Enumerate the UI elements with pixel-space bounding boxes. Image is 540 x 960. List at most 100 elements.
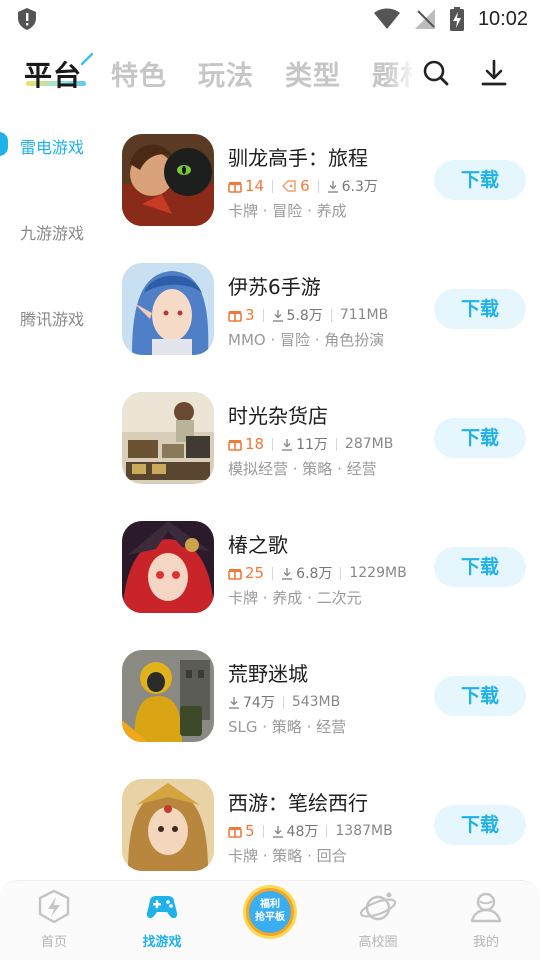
game-name: 荒野迷城: [228, 662, 308, 686]
tab-genre[interactable]: 类型: [285, 54, 341, 93]
status-bar: 10:02: [0, 0, 540, 38]
tab-platform[interactable]: 平台: [24, 54, 82, 94]
nav-home[interactable]: 首页: [14, 887, 94, 950]
nav-label: 高校圈: [358, 935, 398, 950]
sidebar-item-tencent[interactable]: 腾讯游戏: [20, 306, 84, 330]
game-name: 椿之歌: [228, 533, 288, 557]
welfare-badge-button[interactable]: 福利 抢平板: [243, 885, 297, 939]
game-icon-wild-city[interactable]: [122, 650, 214, 742]
divider: [272, 566, 274, 580]
game-list-item[interactable]: 伊苏6手游 3 5.8万 711MB MMO · 冒险 · 角色扮演 下载: [122, 263, 530, 363]
file-size: 543MB: [291, 694, 341, 710]
tab-scroll-fade: [386, 48, 426, 98]
sidebar-item-leidian[interactable]: 雷电游戏: [20, 134, 84, 158]
file-size: 711MB: [339, 307, 389, 323]
download-button[interactable]: 下载: [434, 418, 526, 458]
game-list-item[interactable]: 椿之歌 25 6.8万 1229MB 卡牌 · 养成 · 二次元 下载: [122, 521, 530, 621]
nav-find-game[interactable]: 找游戏: [122, 887, 202, 950]
game-icon-journey-west[interactable]: [122, 779, 214, 871]
nav-campus[interactable]: 高校圈: [338, 887, 418, 950]
gift-count: 5: [228, 822, 255, 840]
divider: [262, 308, 264, 322]
battery-charging-icon: [449, 7, 464, 31]
download-button[interactable]: 下载: [434, 676, 526, 716]
download-button[interactable]: 下载: [434, 160, 526, 200]
download-count: 74万: [228, 692, 275, 712]
divider: [340, 566, 342, 580]
gift-count: 25: [228, 564, 264, 582]
planet-icon: [359, 892, 397, 921]
gift-icon: [228, 569, 242, 580]
download-count: 48万: [272, 821, 318, 841]
category-tabs: 平台 特色 玩法 类型 题材: [0, 48, 540, 98]
sidebar-item-jiuyou[interactable]: 九游游戏: [20, 220, 84, 244]
welfare-badge-text: 福利 抢平板: [249, 891, 291, 933]
game-list-item[interactable]: 荒野迷城 74万 543MB SLG · 策略 · 经营 下载: [122, 650, 530, 750]
divider: [272, 437, 274, 451]
sidebar-active-indicator: [0, 132, 8, 156]
download-count-icon: [327, 180, 338, 193]
game-icon-ys6[interactable]: [122, 263, 214, 355]
game-tags: SLG · 策略 · 经营: [228, 718, 347, 736]
nav-profile[interactable]: 我的: [446, 887, 526, 950]
divider: [272, 179, 274, 193]
file-size: 1387MB: [335, 823, 393, 839]
game-meta: 3 5.8万 711MB: [228, 305, 388, 325]
download-button[interactable]: 下载: [434, 805, 526, 845]
game-name: 时光杂货店: [228, 404, 328, 428]
download-count-icon: [282, 438, 293, 451]
game-tags: 模拟经营 · 策略 · 经营: [228, 460, 377, 478]
tab-gameplay[interactable]: 玩法: [198, 54, 254, 93]
divider: [326, 824, 328, 838]
download-count: 5.8万: [272, 305, 323, 325]
nav-label: 找游戏: [142, 935, 182, 950]
sparkle-icon: [80, 52, 94, 66]
game-meta: 5 48万 1387MB: [228, 821, 393, 841]
game-name: 西游：笔绘西行: [228, 791, 368, 815]
divider: [262, 824, 264, 838]
bottom-nav: 首页 找游戏 福利 抢平板 高校圈 我的: [0, 880, 540, 960]
gift-count: 18: [228, 435, 264, 453]
game-tags: MMO · 冒险 · 角色扮演: [228, 331, 385, 349]
game-meta: 74万 543MB: [228, 692, 340, 712]
game-list-item[interactable]: 西游：笔绘西行 5 48万 1387MB 卡牌 · 策略 · 回合 下载: [122, 779, 530, 879]
tab-feature[interactable]: 特色: [111, 54, 167, 93]
game-icon-dragon-journey[interactable]: [122, 134, 214, 226]
game-meta: 25 6.8万 1229MB: [228, 563, 407, 583]
nav-label: 首页: [40, 935, 67, 950]
nav-label: 我的: [472, 935, 499, 950]
download-count-icon: [272, 825, 283, 838]
divider: [335, 437, 337, 451]
download-count: 6.3万: [327, 176, 378, 196]
divider: [282, 695, 284, 709]
gift-icon: [228, 827, 242, 838]
file-size: 287MB: [344, 436, 394, 452]
divider: [330, 308, 332, 322]
file-size: 1229MB: [349, 565, 407, 581]
gift-icon: [228, 311, 242, 322]
download-count-icon: [282, 567, 293, 580]
no-signal-icon: [414, 9, 435, 29]
status-icons: 10:02: [373, 6, 528, 32]
gift-count: 3: [228, 306, 255, 324]
game-tags: 卡牌 · 冒险 · 养成: [228, 202, 347, 220]
download-icon[interactable]: [479, 58, 509, 88]
wifi-icon: [373, 8, 400, 29]
profile-icon: [470, 892, 502, 923]
download-button[interactable]: 下载: [434, 547, 526, 587]
game-list-item[interactable]: 时光杂货店 18 11万 287MB 模拟经营 · 策略 · 经营 下载: [122, 392, 530, 492]
gamepad-icon: [146, 896, 178, 919]
shield-alert-icon: [18, 8, 36, 30]
gift-icon: [228, 440, 242, 451]
game-tags: 卡牌 · 养成 · 二次元: [228, 589, 362, 607]
download-count-icon: [229, 696, 239, 709]
game-icon-time-shop[interactable]: [122, 392, 214, 484]
game-icon-camellia-song[interactable]: [122, 521, 214, 613]
download-button[interactable]: 下载: [434, 289, 526, 329]
coupon-count: 6: [281, 177, 310, 195]
search-icon[interactable]: [421, 58, 451, 88]
status-time: 10:02: [477, 7, 528, 30]
gift-icon: [228, 182, 242, 193]
download-count: 6.8万: [281, 563, 332, 583]
game-list-item[interactable]: 驯龙高手：旅程 14 6 6.3万 卡牌 · 冒险 · 养成 下载: [122, 134, 530, 234]
